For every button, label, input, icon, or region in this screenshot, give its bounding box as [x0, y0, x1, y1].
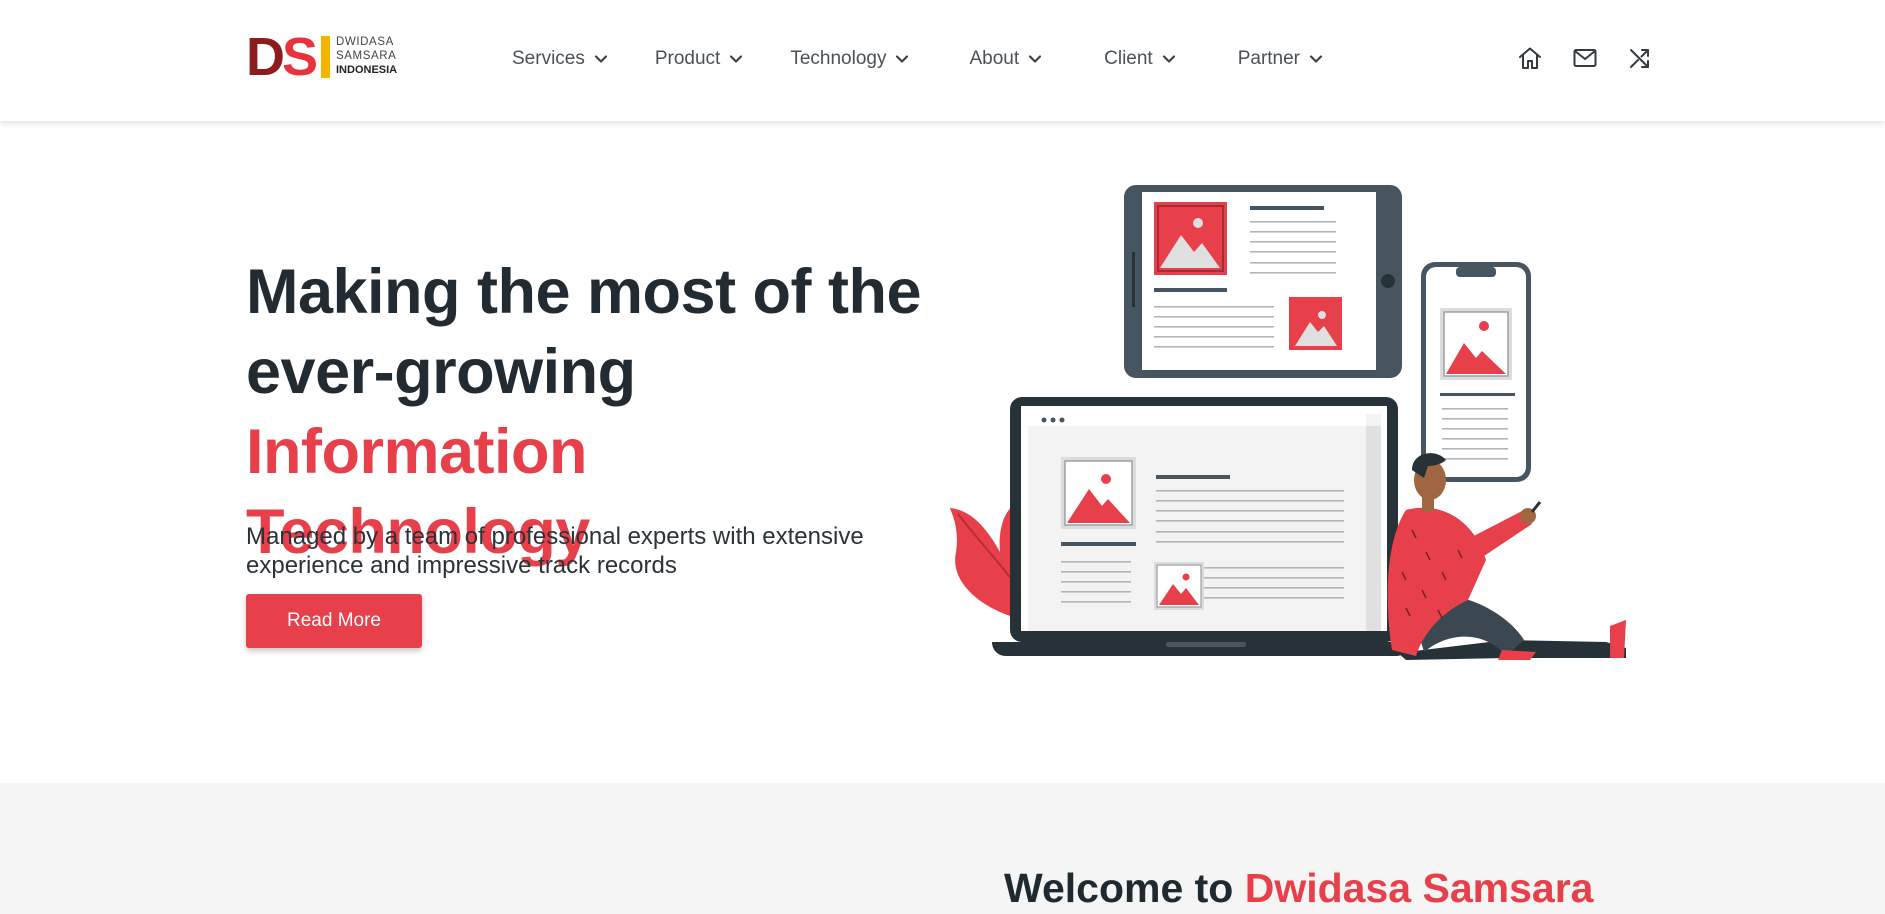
logo-letter-d: D — [246, 27, 285, 87]
hero-title-line-1: Making the most of the — [246, 257, 922, 327]
nav-item-label: Partner — [1237, 48, 1301, 69]
chevron-down-icon — [1029, 55, 1042, 63]
site-header: DS DWIDASA SAMSARA INDONESIA Services Pr… — [0, 0, 1885, 121]
logo-letter-i-bar — [321, 36, 330, 78]
chevron-down-icon — [1162, 55, 1175, 63]
nav-item-label: About — [969, 48, 1020, 69]
chevron-down-icon — [896, 55, 909, 63]
laptop-illustration — [992, 397, 1410, 656]
chevron-down-icon — [1309, 55, 1323, 63]
nav-item-label: Product — [654, 48, 721, 69]
chevron-down-icon — [594, 55, 607, 63]
nav-item-label: Technology — [790, 48, 887, 69]
logo-mark: DS — [246, 30, 318, 84]
nav-item-client[interactable]: Client — [1104, 44, 1176, 74]
nav-item-label: Services — [512, 48, 585, 69]
home-icon — [1519, 47, 1541, 69]
nav-item-about[interactable]: About — [969, 44, 1042, 74]
hero-illustration — [950, 185, 1626, 660]
hero-title-line-2: ever-growing — [246, 337, 636, 407]
welcome-title-accent: Dwidasa Samsara — [1244, 865, 1594, 911]
brand-logo[interactable]: DS DWIDASA SAMSARA INDONESIA — [246, 30, 398, 84]
read-more-button[interactable]: Read More — [246, 594, 422, 648]
logo-wordmark: DWIDASA SAMSARA INDONESIA — [336, 35, 397, 77]
logo-letter-s: S — [282, 27, 318, 87]
welcome-title: Welcome to Dwidasa Samsara — [1004, 862, 1593, 914]
nav-item-product[interactable]: Product — [655, 44, 743, 74]
logo-line-3: INDONESIA — [336, 64, 398, 76]
welcome-section — [0, 783, 1885, 914]
person-illustration — [1387, 453, 1626, 660]
shuffle-button[interactable] — [1626, 44, 1654, 72]
welcome-title-prefix: Welcome to — [1004, 865, 1245, 911]
phone-illustration — [1421, 262, 1531, 482]
main-nav: Services Product Technology About Client… — [512, 44, 1323, 74]
nav-item-partner[interactable]: Partner — [1238, 44, 1323, 74]
logo-line-1: DWIDASA — [336, 36, 394, 48]
home-button[interactable] — [1516, 44, 1544, 72]
chevron-down-icon — [730, 55, 743, 63]
nav-item-label: Client — [1104, 48, 1153, 69]
hero-subtitle: Managed by a team of professional expert… — [246, 523, 864, 579]
header-actions — [1516, 44, 1654, 72]
logo-line-2: SAMSARA — [336, 50, 397, 62]
tablet-illustration — [1124, 185, 1402, 378]
nav-item-technology[interactable]: Technology — [790, 44, 909, 74]
nav-item-services[interactable]: Services — [512, 44, 608, 74]
mail-button[interactable] — [1571, 44, 1599, 72]
mail-icon — [1573, 49, 1597, 67]
shuffle-icon — [1630, 49, 1649, 68]
